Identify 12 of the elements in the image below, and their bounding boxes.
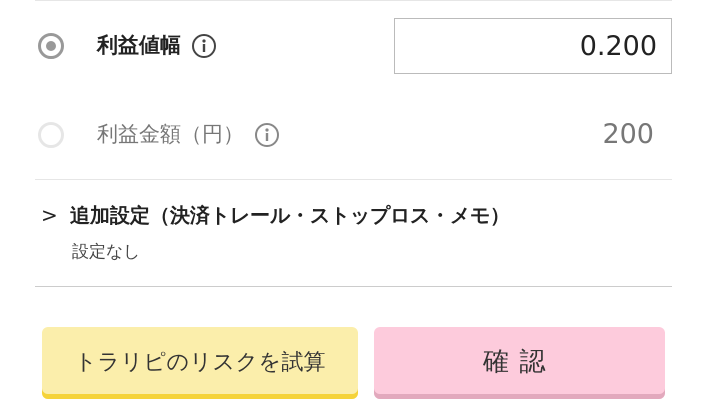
chevron-icon: > <box>41 200 58 230</box>
info-icon[interactable] <box>191 33 217 59</box>
option-label: 利益値幅 <box>97 32 181 60</box>
settings-summary: 設定なし <box>72 241 141 264</box>
option-value: 200 <box>602 118 655 152</box>
additional-settings-title: 追加設定（決済トレール・ストップロス・メモ） <box>70 202 510 229</box>
option-label: 利益金額（円） <box>97 121 244 148</box>
confirm-button[interactable]: 確認 <box>374 326 665 398</box>
risk-simulation-button[interactable]: トラリピのリスクを試算 <box>42 326 358 398</box>
radio-button[interactable] <box>38 33 64 59</box>
additional-settings-row[interactable]: > 追加設定（決済トレール・ストップロス・メモ） 設定なし <box>35 179 672 286</box>
value-input-field[interactable]: 0.200 <box>394 18 672 74</box>
